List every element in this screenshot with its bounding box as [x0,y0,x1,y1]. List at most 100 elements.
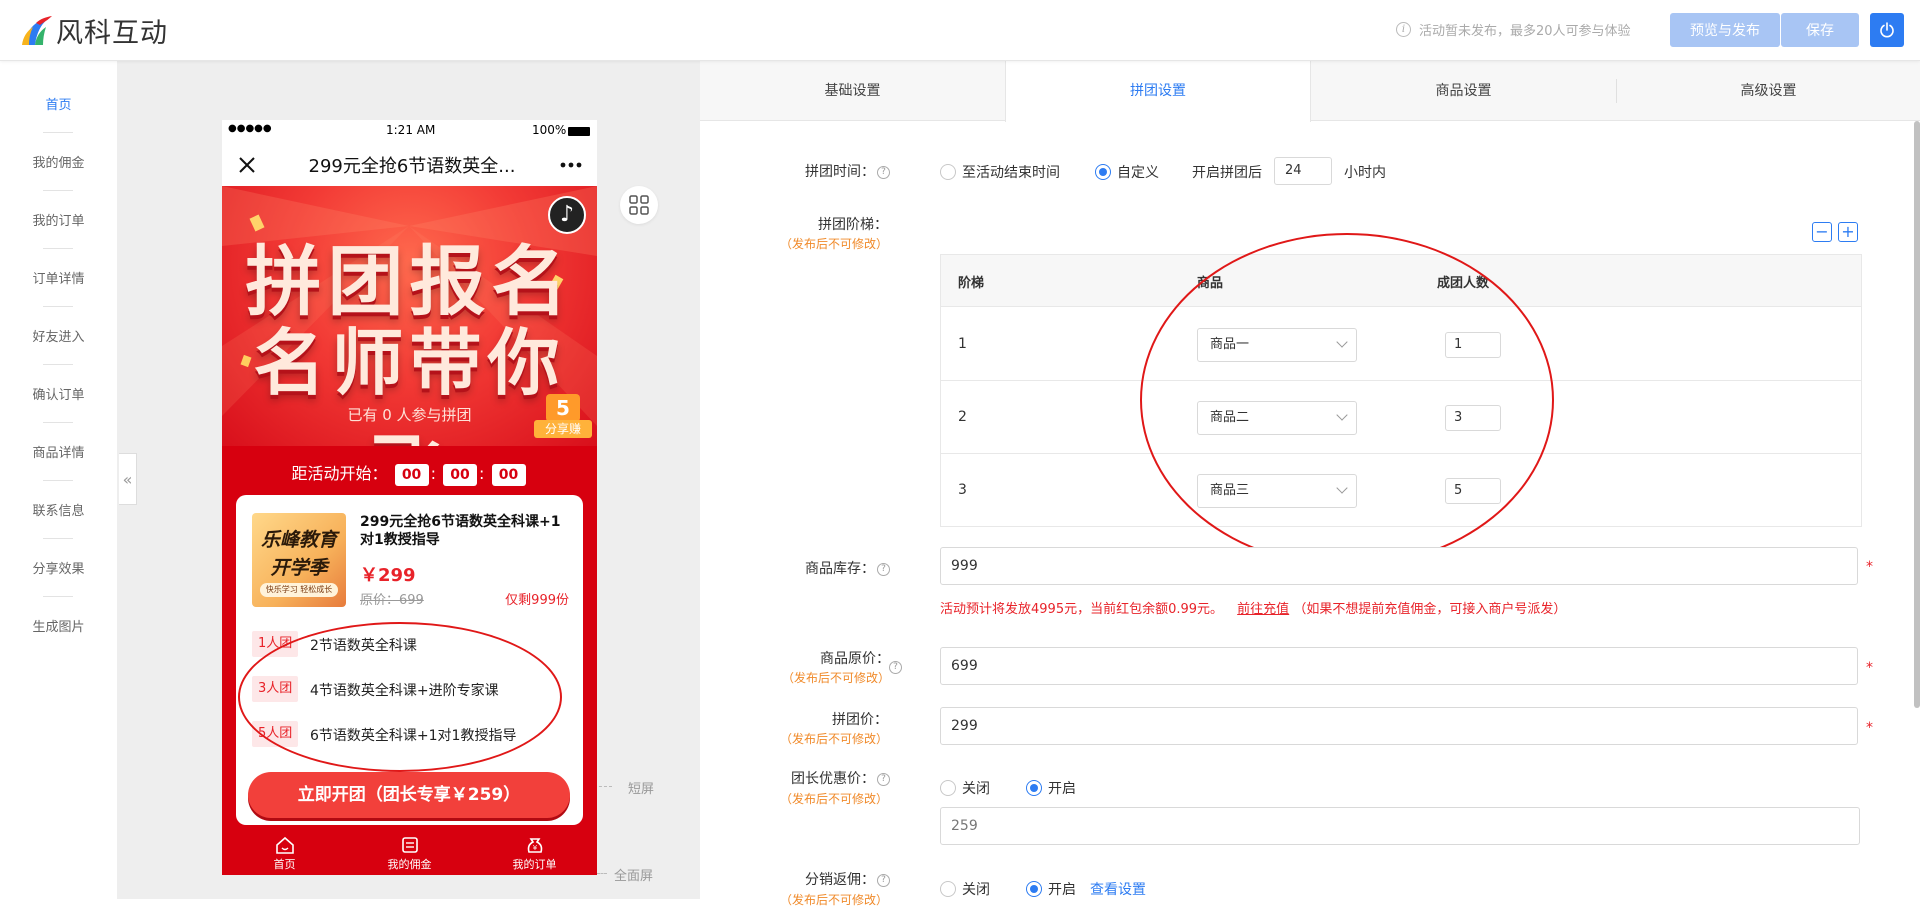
remove-tier-button[interactable]: − [1812,222,1832,242]
help-icon[interactable]: ? [877,165,890,179]
group-price-input[interactable]: 299 [940,707,1858,745]
leader-discount-on[interactable]: 开启 [1026,778,1076,798]
radio-off [940,881,956,897]
money-bag-icon: ¥ [527,838,542,853]
tier-count-input[interactable]: 3 [1445,405,1501,431]
wallet-icon [401,837,418,853]
group-time-label: 拼团时间：? [740,161,890,181]
battery-level: 100% [532,123,567,137]
sidebar-item-contact-info[interactable]: 联系信息 [0,500,117,519]
tier-text: 2节语数英全科课 [310,638,417,654]
phone-nav-bar: 299元全抢6节语数英全... [222,142,597,186]
orig-price-input[interactable]: 699 [940,647,1858,685]
battery-icon [568,127,590,136]
sidebar-item-share-effect[interactable]: 分享效果 [0,558,117,577]
orig-price-note: （发布后不可修改） [781,671,890,685]
sidebar-divider [43,190,73,191]
table-row: 1 商品一 1 [941,308,1861,381]
save-button[interactable]: 保存 [1781,13,1859,47]
group-price-label: 拼团价： [832,712,888,728]
sidebar-item-my-commission[interactable]: 我的佣金 [0,152,117,171]
group-time-custom-option[interactable]: 自定义 [1095,162,1159,182]
warning-tail: （如果不想提前充值佣金，可接入商户号派发） [1293,602,1567,617]
group-price-note: （发布后不可修改） [779,732,888,746]
leader-price-input[interactable]: 259 [940,807,1860,845]
column-header-product: 商品 [1197,276,1224,291]
form-scrollbar[interactable] [1914,121,1920,708]
radio-label: 自定义 [1117,165,1159,181]
stock-label: 商品库存：? [740,558,890,578]
logo-icon [20,13,54,47]
leader-discount-label-text: 团长优惠价： [791,771,875,787]
music-icon[interactable]: ♪ [548,196,586,234]
phone-tab-commission[interactable]: 我的佣金 [347,830,472,875]
share-earn-badge[interactable]: 5 分享赚 [534,394,592,438]
sidebar-item-friend-enter[interactable]: 好友进入 [0,326,117,345]
tier-tag: 3人团 [252,676,299,702]
warning-text: 活动预计将发放4995元，当前红包余额0.99元。 [940,602,1224,617]
group-time-prefix: 开启拼团后 [1192,165,1262,181]
recharge-link[interactable]: 前往充值 [1237,602,1289,617]
tier-tag: 5人团 [252,721,299,747]
tier-item: 1人团 2节语数英全科课 [252,631,572,657]
tier-count-input[interactable]: 1 [1445,332,1501,358]
publish-tip-text: 活动暂未发布，最多20人可参与体验 [1419,24,1631,39]
tab-group-settings[interactable]: 拼团设置 [1005,61,1311,122]
sidebar-item-home[interactable]: 首页 [0,94,117,113]
group-time-end-option[interactable]: 至活动结束时间 [940,162,1060,182]
tier-item: 3人团 4节语数英全科课+进阶专家课 [252,676,572,702]
sidebar-item-order-detail[interactable]: 订单详情 [0,268,117,287]
chevron-down-icon [1336,336,1348,348]
thumb-tagline: 快乐学习 轻松成长 [260,583,338,597]
help-icon[interactable]: ? [877,873,890,887]
close-icon[interactable] [238,156,256,174]
tab-advanced-settings[interactable]: 高级设置 [1617,61,1920,121]
tab-basic-settings[interactable]: 基础设置 [700,61,1005,121]
sidebar-item-my-orders[interactable]: 我的订单 [0,210,117,229]
countdown-minutes: 00 [443,463,478,486]
help-icon[interactable]: ? [877,772,890,786]
select-value: 商品二 [1210,410,1250,425]
help-icon[interactable]: ? [877,562,890,576]
view-distribution-settings-link[interactable]: 查看设置 [1090,879,1146,899]
phone-tab-orders[interactable]: ¥ 我的订单 [472,830,597,875]
stock-input[interactable]: 999 [940,547,1858,585]
distribution-off[interactable]: 关闭 [940,879,990,899]
radio-label: 至活动结束时间 [962,165,1060,181]
distribution-note: （发布后不可修改） [779,893,888,907]
distribution-on[interactable]: 开启 [1026,879,1076,899]
power-button[interactable] [1870,13,1904,47]
help-icon[interactable]: ? [889,661,902,674]
table-row: 3 商品三 5 [941,454,1861,527]
collapse-sidebar-toggle[interactable]: « [119,453,137,505]
sidebar-item-product-detail[interactable]: 商品详情 [0,442,117,461]
page-sidebar: 首页 我的佣金 我的订单 订单详情 好友进入 确认订单 商品详情 联系信息 分享… [0,61,118,899]
sidebar-item-generate-image[interactable]: 生成图片 [0,616,117,635]
tier-count-input[interactable]: 5 [1445,478,1501,504]
sidebar-item-confirm-order[interactable]: 确认订单 [0,384,117,403]
brand-logo[interactable]: 风科互动 [20,12,168,49]
start-group-button[interactable]: 立即开团（团长专享￥259） [248,772,570,818]
stock-label-text: 商品库存： [805,561,875,577]
phone-tab-bar: 首页 我的佣金 ¥ 我的订单 [222,830,597,875]
phone-tab-label: 我的佣金 [387,858,432,871]
leader-discount-off[interactable]: 关闭 [940,778,990,798]
sidebar-divider [43,538,73,539]
tier-product-select[interactable]: 商品三 [1197,474,1357,508]
qr-code-button[interactable] [620,186,658,224]
tier-product-select[interactable]: 商品二 [1197,401,1357,435]
sidebar-divider [43,596,73,597]
group-hours-input[interactable]: 24 [1274,157,1332,185]
phone-tab-home[interactable]: 首页 [222,830,347,875]
phone-page-title: 299元全抢6节语数英全... [308,156,516,177]
preview-publish-button[interactable]: 预览与发布 [1670,13,1780,47]
ladder-table-header: 阶梯 商品 成团人数 [941,255,1861,307]
more-icon[interactable] [560,162,582,168]
tier-text: 6节语数英全科课+1对1教授指导 [310,728,517,744]
ladder-note: （发布后不可修改） [779,237,888,251]
add-tier-button[interactable]: + [1838,222,1858,242]
sidebar-divider [43,422,73,423]
required-mark: * [1866,720,1873,736]
tab-product-settings[interactable]: 商品设置 [1311,61,1616,121]
tier-product-select[interactable]: 商品一 [1197,328,1357,362]
